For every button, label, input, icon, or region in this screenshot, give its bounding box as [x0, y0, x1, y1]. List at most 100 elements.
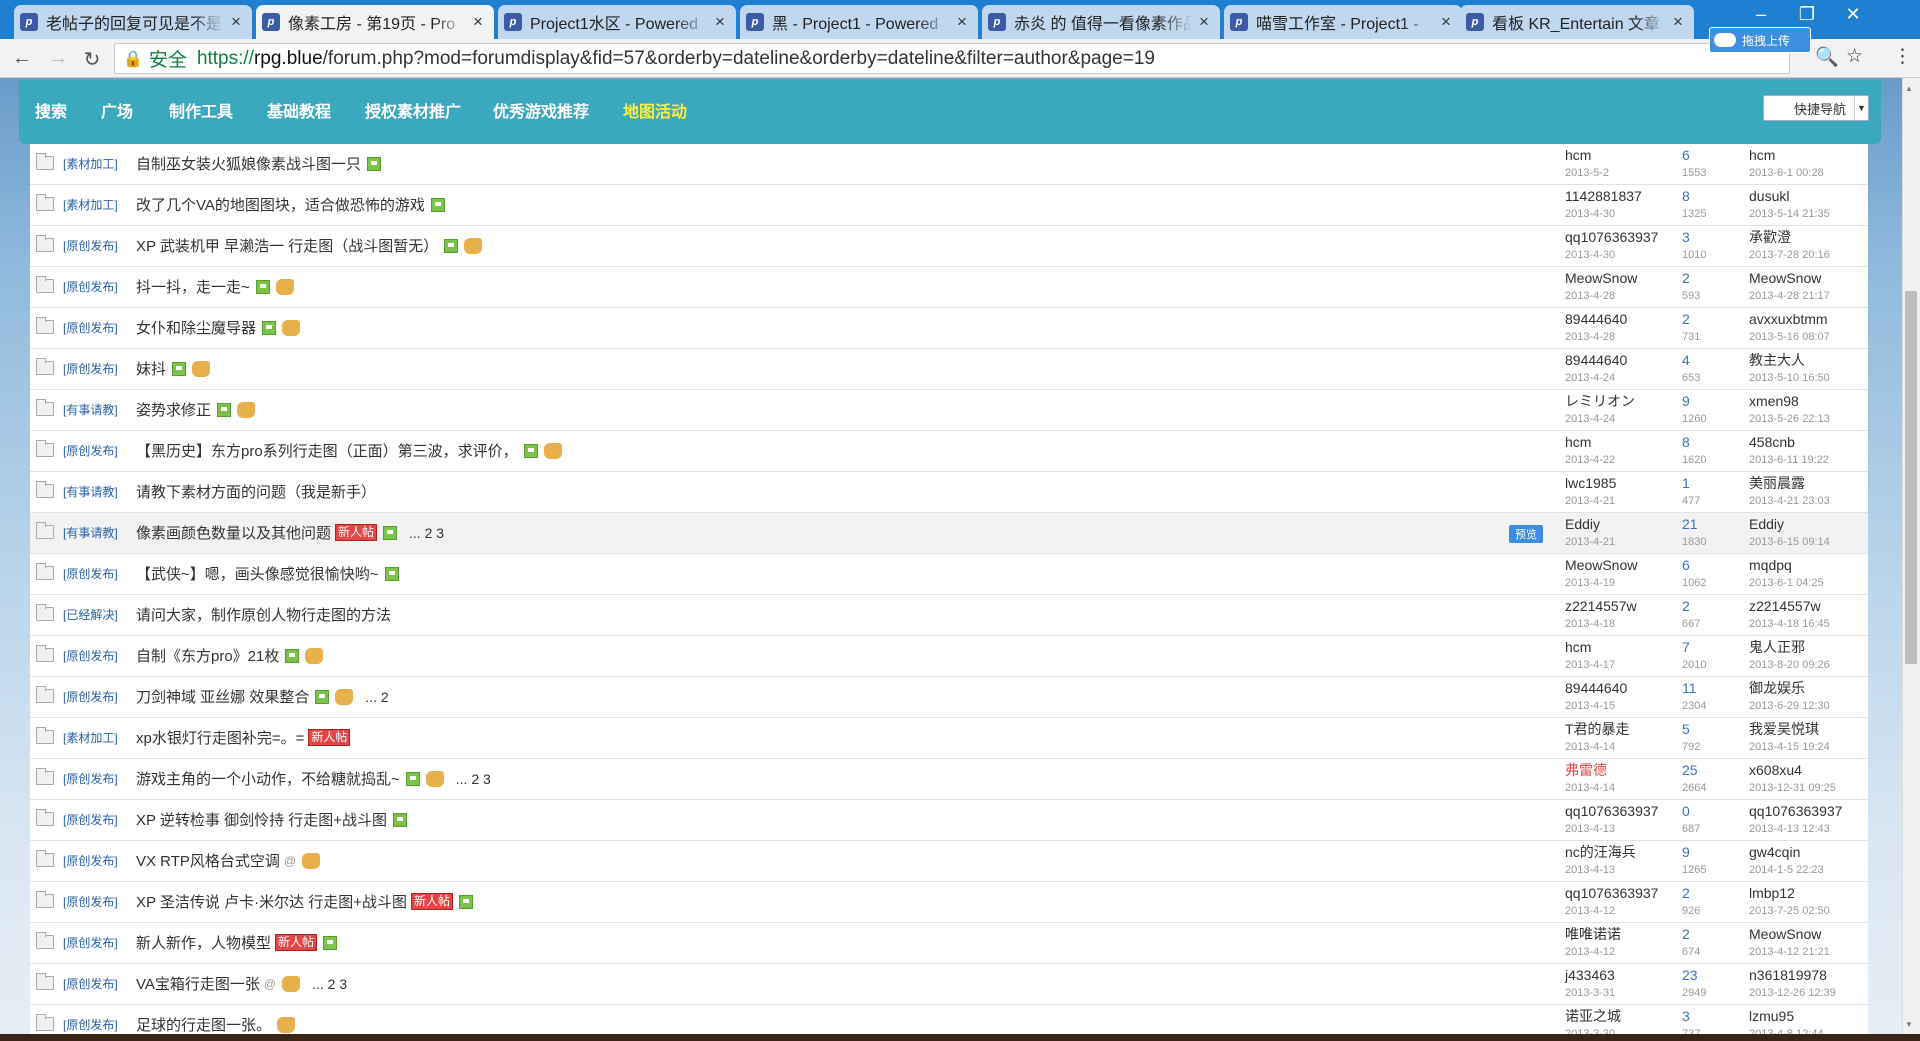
thread-category[interactable]: [原创发布] [63, 934, 118, 951]
browser-tab[interactable]: p 老帖子的回复可见是不是 × [14, 5, 252, 39]
thread-row[interactable]: [已经解决] 请问大家，制作原创人物行走图的方法 z2214557w 2013-4-1… [30, 595, 1868, 636]
thread-row[interactable]: [素材加工] 自制巫女装火狐娘像素战斗图一只 hcm 2013-5-2 6 1553 hcm… [30, 144, 1868, 185]
tab-close-icon[interactable]: × [1438, 12, 1454, 32]
last-post-date[interactable]: 2013-4-18 16:45 [1749, 617, 1830, 632]
thread-title-link[interactable]: 女仆和除尘魔导器 [136, 317, 256, 338]
browser-tab[interactable]: p 黑 - Project1 - Powered × [740, 5, 978, 39]
tab-close-icon[interactable]: × [1196, 12, 1212, 32]
thread-pages[interactable]: ... 2 [365, 689, 388, 705]
site-nav-item[interactable]: 制作工具 [169, 98, 233, 122]
forward-icon[interactable]: → [46, 47, 70, 70]
tab-close-icon[interactable]: × [228, 12, 244, 32]
reply-count[interactable]: 2 [1682, 271, 1700, 286]
reload-icon[interactable]: ↻ [80, 47, 104, 72]
site-nav-item[interactable]: 广场 [101, 98, 133, 122]
last-poster[interactable]: 鬼人正邪 [1749, 639, 1805, 655]
thread-title-link[interactable]: 足球的行走图一张。 [136, 1014, 271, 1035]
author-name[interactable]: 1142881837 [1565, 188, 1642, 204]
last-poster[interactable]: MeowSnow [1749, 926, 1821, 942]
thread-title-link[interactable]: 姿势求修正 [136, 399, 211, 420]
last-poster[interactable]: hcm [1749, 147, 1775, 163]
last-post-date[interactable]: 2013-7-25 02:50 [1749, 904, 1830, 919]
last-post-date[interactable]: 2013-6-1 04:25 [1749, 576, 1824, 591]
back-icon[interactable]: ← [10, 47, 34, 70]
last-post-date[interactable]: 2013-4-21 23:03 [1749, 494, 1830, 509]
site-nav-item[interactable]: 基础教程 [267, 98, 331, 122]
thread-pages[interactable]: ... 2 3 [456, 771, 491, 787]
thread-category[interactable]: [原创发布] [63, 893, 118, 910]
last-poster[interactable]: lmbp12 [1749, 885, 1795, 901]
thread-row[interactable]: [原创发布] 女仆和除尘魔导器 89444640 2013-4-28 2 731 avxxu… [30, 308, 1868, 349]
last-post-date[interactable]: 2013-12-31 09:25 [1749, 781, 1836, 796]
thread-title-link[interactable]: 【黑历史】东方pro系列行走图（正面）第三波，求评价， [136, 440, 518, 461]
browser-tab[interactable]: p 赤炎 的 值得一看像素作品 × [982, 5, 1220, 39]
thread-category[interactable]: [原创发布] [63, 319, 118, 336]
author-name[interactable]: MeowSnow [1565, 557, 1637, 573]
thread-category[interactable]: [有事请教] [63, 524, 118, 541]
thread-row[interactable]: [原创发布] XP 逆转检事 御剑怜持 行走图+战斗图 qq1076363937 20… [30, 800, 1868, 841]
reply-count[interactable]: 1 [1682, 476, 1700, 491]
last-post-date[interactable]: 2013-5-26 22:13 [1749, 412, 1830, 427]
reply-count[interactable]: 0 [1682, 804, 1700, 819]
author-name[interactable]: hcm [1565, 639, 1591, 655]
author-name[interactable]: レミリオン [1565, 393, 1635, 409]
thread-title-link[interactable]: XP 圣洁传说 卢卡·米尔达 行走图+战斗图 [136, 891, 407, 912]
thread-row[interactable]: [原创发布] XP 武装机甲 早濑浩一 行走图（战斗图暂无） qq107636393… [30, 226, 1868, 267]
zoom-icon[interactable]: 🔍 [1815, 45, 1839, 69]
reply-count[interactable]: 2 [1682, 886, 1700, 901]
author-name[interactable]: nc的汪海兵 [1565, 844, 1636, 860]
last-poster[interactable]: 教主大人 [1749, 352, 1805, 368]
thread-row[interactable]: [有事请教] 像素画颜色数量以及其他问题 新人帖 ... 2 3 预览 Eddiy 2013… [30, 513, 1868, 554]
thread-category[interactable]: [原创发布] [63, 278, 118, 295]
last-post-date[interactable]: 2013-4-15 19:24 [1749, 740, 1830, 755]
last-post-date[interactable]: 2013-5-14 21:35 [1749, 207, 1830, 222]
thread-title-link[interactable]: VA宝箱行走图一张 [136, 973, 260, 994]
scrollbar-thumb[interactable] [1905, 291, 1917, 664]
reply-count[interactable]: 6 [1682, 558, 1706, 573]
reply-count[interactable]: 23 [1682, 968, 1706, 983]
author-name[interactable]: 89444640 [1565, 311, 1627, 327]
reply-count[interactable]: 3 [1682, 230, 1706, 245]
thread-title-link[interactable]: xp水银灯行走图补完=。= [136, 727, 304, 748]
site-nav-item[interactable]: 地图活动 [623, 98, 687, 122]
scroll-down-arrow-icon[interactable]: ▼ [1905, 1020, 1913, 1029]
last-poster[interactable]: 458cnb [1749, 434, 1795, 450]
thread-row[interactable]: [原创发布] VA宝箱行走图一张 @ ... 2 3 j433463 2013-3-31 2… [30, 964, 1868, 1005]
reply-count[interactable]: 25 [1682, 763, 1706, 778]
thread-category[interactable]: [原创发布] [63, 770, 118, 787]
thread-category[interactable]: [有事请教] [63, 401, 118, 418]
reply-count[interactable]: 2 [1682, 312, 1700, 327]
last-post-date[interactable]: 2013-6-29 12:30 [1749, 699, 1830, 714]
reply-count[interactable]: 21 [1682, 517, 1706, 532]
thread-title-link[interactable]: 【武侠~】嗯，画头像感觉很愉快哟~ [136, 563, 379, 584]
scroll-up-arrow-icon[interactable]: ▲ [1905, 84, 1913, 93]
last-post-date[interactable]: 2013-6-1 00:28 [1749, 166, 1824, 181]
site-nav-item[interactable]: 授权素材推广 [365, 98, 461, 122]
author-name[interactable]: z2214557w [1565, 598, 1637, 614]
thread-row[interactable]: [原创发布] 新人新作，人物模型 新人帖 唯唯诺诺 2013-4-12 2 674 MeowS… [30, 923, 1868, 964]
maximize-button[interactable]: ❐ [1784, 0, 1830, 30]
thread-category[interactable]: [原创发布] [63, 237, 118, 254]
thread-category[interactable]: [原创发布] [63, 442, 118, 459]
thread-category[interactable]: [原创发布] [63, 852, 118, 869]
thread-category[interactable]: [原创发布] [63, 647, 118, 664]
last-poster[interactable]: Eddiy [1749, 516, 1784, 532]
last-poster[interactable]: n361819978 [1749, 967, 1827, 983]
thread-title-link[interactable]: 游戏主角的一个小动作，不给糖就捣乱~ [136, 768, 400, 789]
last-poster[interactable]: x608xu4 [1749, 762, 1802, 778]
author-name[interactable]: 89444640 [1565, 352, 1627, 368]
last-poster[interactable]: z2214557w [1749, 598, 1821, 614]
thread-row[interactable]: [原创发布] 妹抖 89444640 2013-4-24 4 653 教主大人 2013-5-… [30, 349, 1868, 390]
author-name[interactable]: MeowSnow [1565, 270, 1637, 286]
thread-title-link[interactable]: 改了几个VA的地图图块，适合做恐怖的游戏 [136, 194, 425, 215]
preview-button[interactable]: 预览 [1509, 525, 1543, 543]
last-post-date[interactable]: 2013-8-20 09:26 [1749, 658, 1830, 673]
thread-row[interactable]: [原创发布] 抖一抖，走一走~ MeowSnow 2013-4-28 2 593 MeowS… [30, 267, 1868, 308]
last-post-date[interactable]: 2013-4-13 12:43 [1749, 822, 1842, 837]
reply-count[interactable]: 5 [1682, 722, 1700, 737]
author-name[interactable]: qq1076363937 [1565, 803, 1658, 819]
last-post-date[interactable]: 2013-7-28 20:16 [1749, 248, 1830, 263]
browser-tab[interactable]: p Project1水区 - Powered × [498, 5, 736, 39]
last-post-date[interactable]: 2013-5-10 16:50 [1749, 371, 1830, 386]
thread-title-link[interactable]: XP 武装机甲 早濑浩一 行走图（战斗图暂无） [136, 235, 438, 256]
